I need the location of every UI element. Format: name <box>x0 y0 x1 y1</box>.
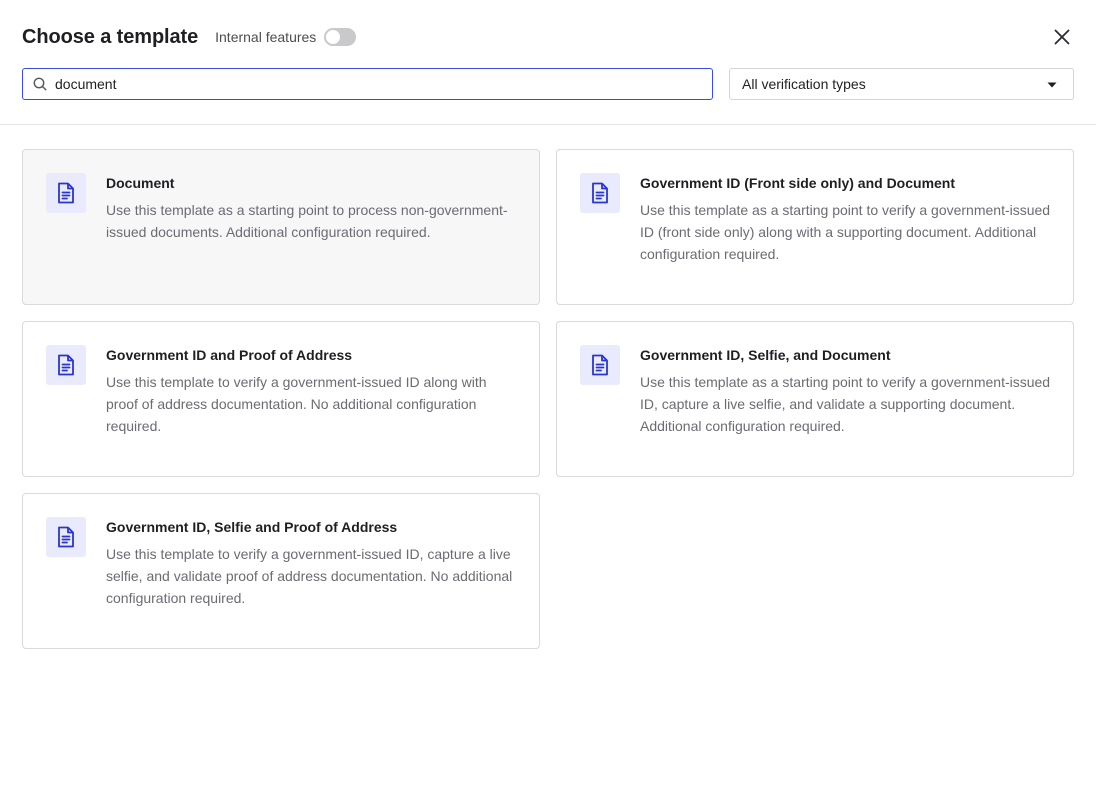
template-title: Document <box>106 175 175 191</box>
caret-down-icon <box>1047 82 1057 88</box>
template-card-govid-selfie-document[interactable]: Government ID, Selfie, and Document Use … <box>556 321 1074 477</box>
search-field[interactable] <box>22 68 713 100</box>
header-divider <box>0 124 1096 125</box>
document-icon <box>580 345 620 385</box>
toggle-knob <box>326 30 341 44</box>
template-title: Government ID, Selfie, and Document <box>640 347 891 363</box>
template-description: Use this template as a starting point to… <box>640 202 1051 262</box>
internal-features-toggle[interactable] <box>324 28 357 46</box>
document-icon <box>580 173 620 213</box>
modal-header: Choose a template Internal features <box>22 22 1074 52</box>
template-description: Use this template as a starting point to… <box>640 374 1051 434</box>
template-title: Government ID, Selfie and Proof of Addre… <box>106 519 398 535</box>
template-description: Use this template to verify a government… <box>106 374 487 434</box>
document-icon <box>46 345 86 385</box>
document-icon <box>46 173 86 213</box>
template-title: Government ID and Proof of Address <box>106 347 353 363</box>
search-input[interactable] <box>55 76 695 92</box>
template-title: Government ID (Front side only) and Docu… <box>640 175 956 191</box>
template-card-govid-selfie-proof-of-address[interactable]: Government ID, Selfie and Proof of Addre… <box>22 493 540 649</box>
template-description: Use this template to verify a government… <box>106 546 513 606</box>
internal-features-label: Internal features <box>215 29 317 45</box>
modal-title: Choose a template <box>22 25 199 48</box>
verification-type-value: All verification types <box>742 76 866 92</box>
document-icon <box>46 517 86 557</box>
verification-type-select[interactable]: All verification types <box>729 68 1074 100</box>
close-icon <box>1054 29 1070 45</box>
close-button[interactable] <box>1050 25 1074 49</box>
template-card-govid-front-document[interactable]: Government ID (Front side only) and Docu… <box>556 149 1074 305</box>
template-card-document[interactable]: Document Use this template as a starting… <box>22 149 540 305</box>
template-card-govid-proof-of-address[interactable]: Government ID and Proof of Address Use t… <box>22 321 540 477</box>
search-icon <box>33 77 47 91</box>
choose-template-modal: Choose a template Internal features All … <box>0 0 1096 811</box>
template-description: Use this template as a starting point to… <box>106 202 508 240</box>
